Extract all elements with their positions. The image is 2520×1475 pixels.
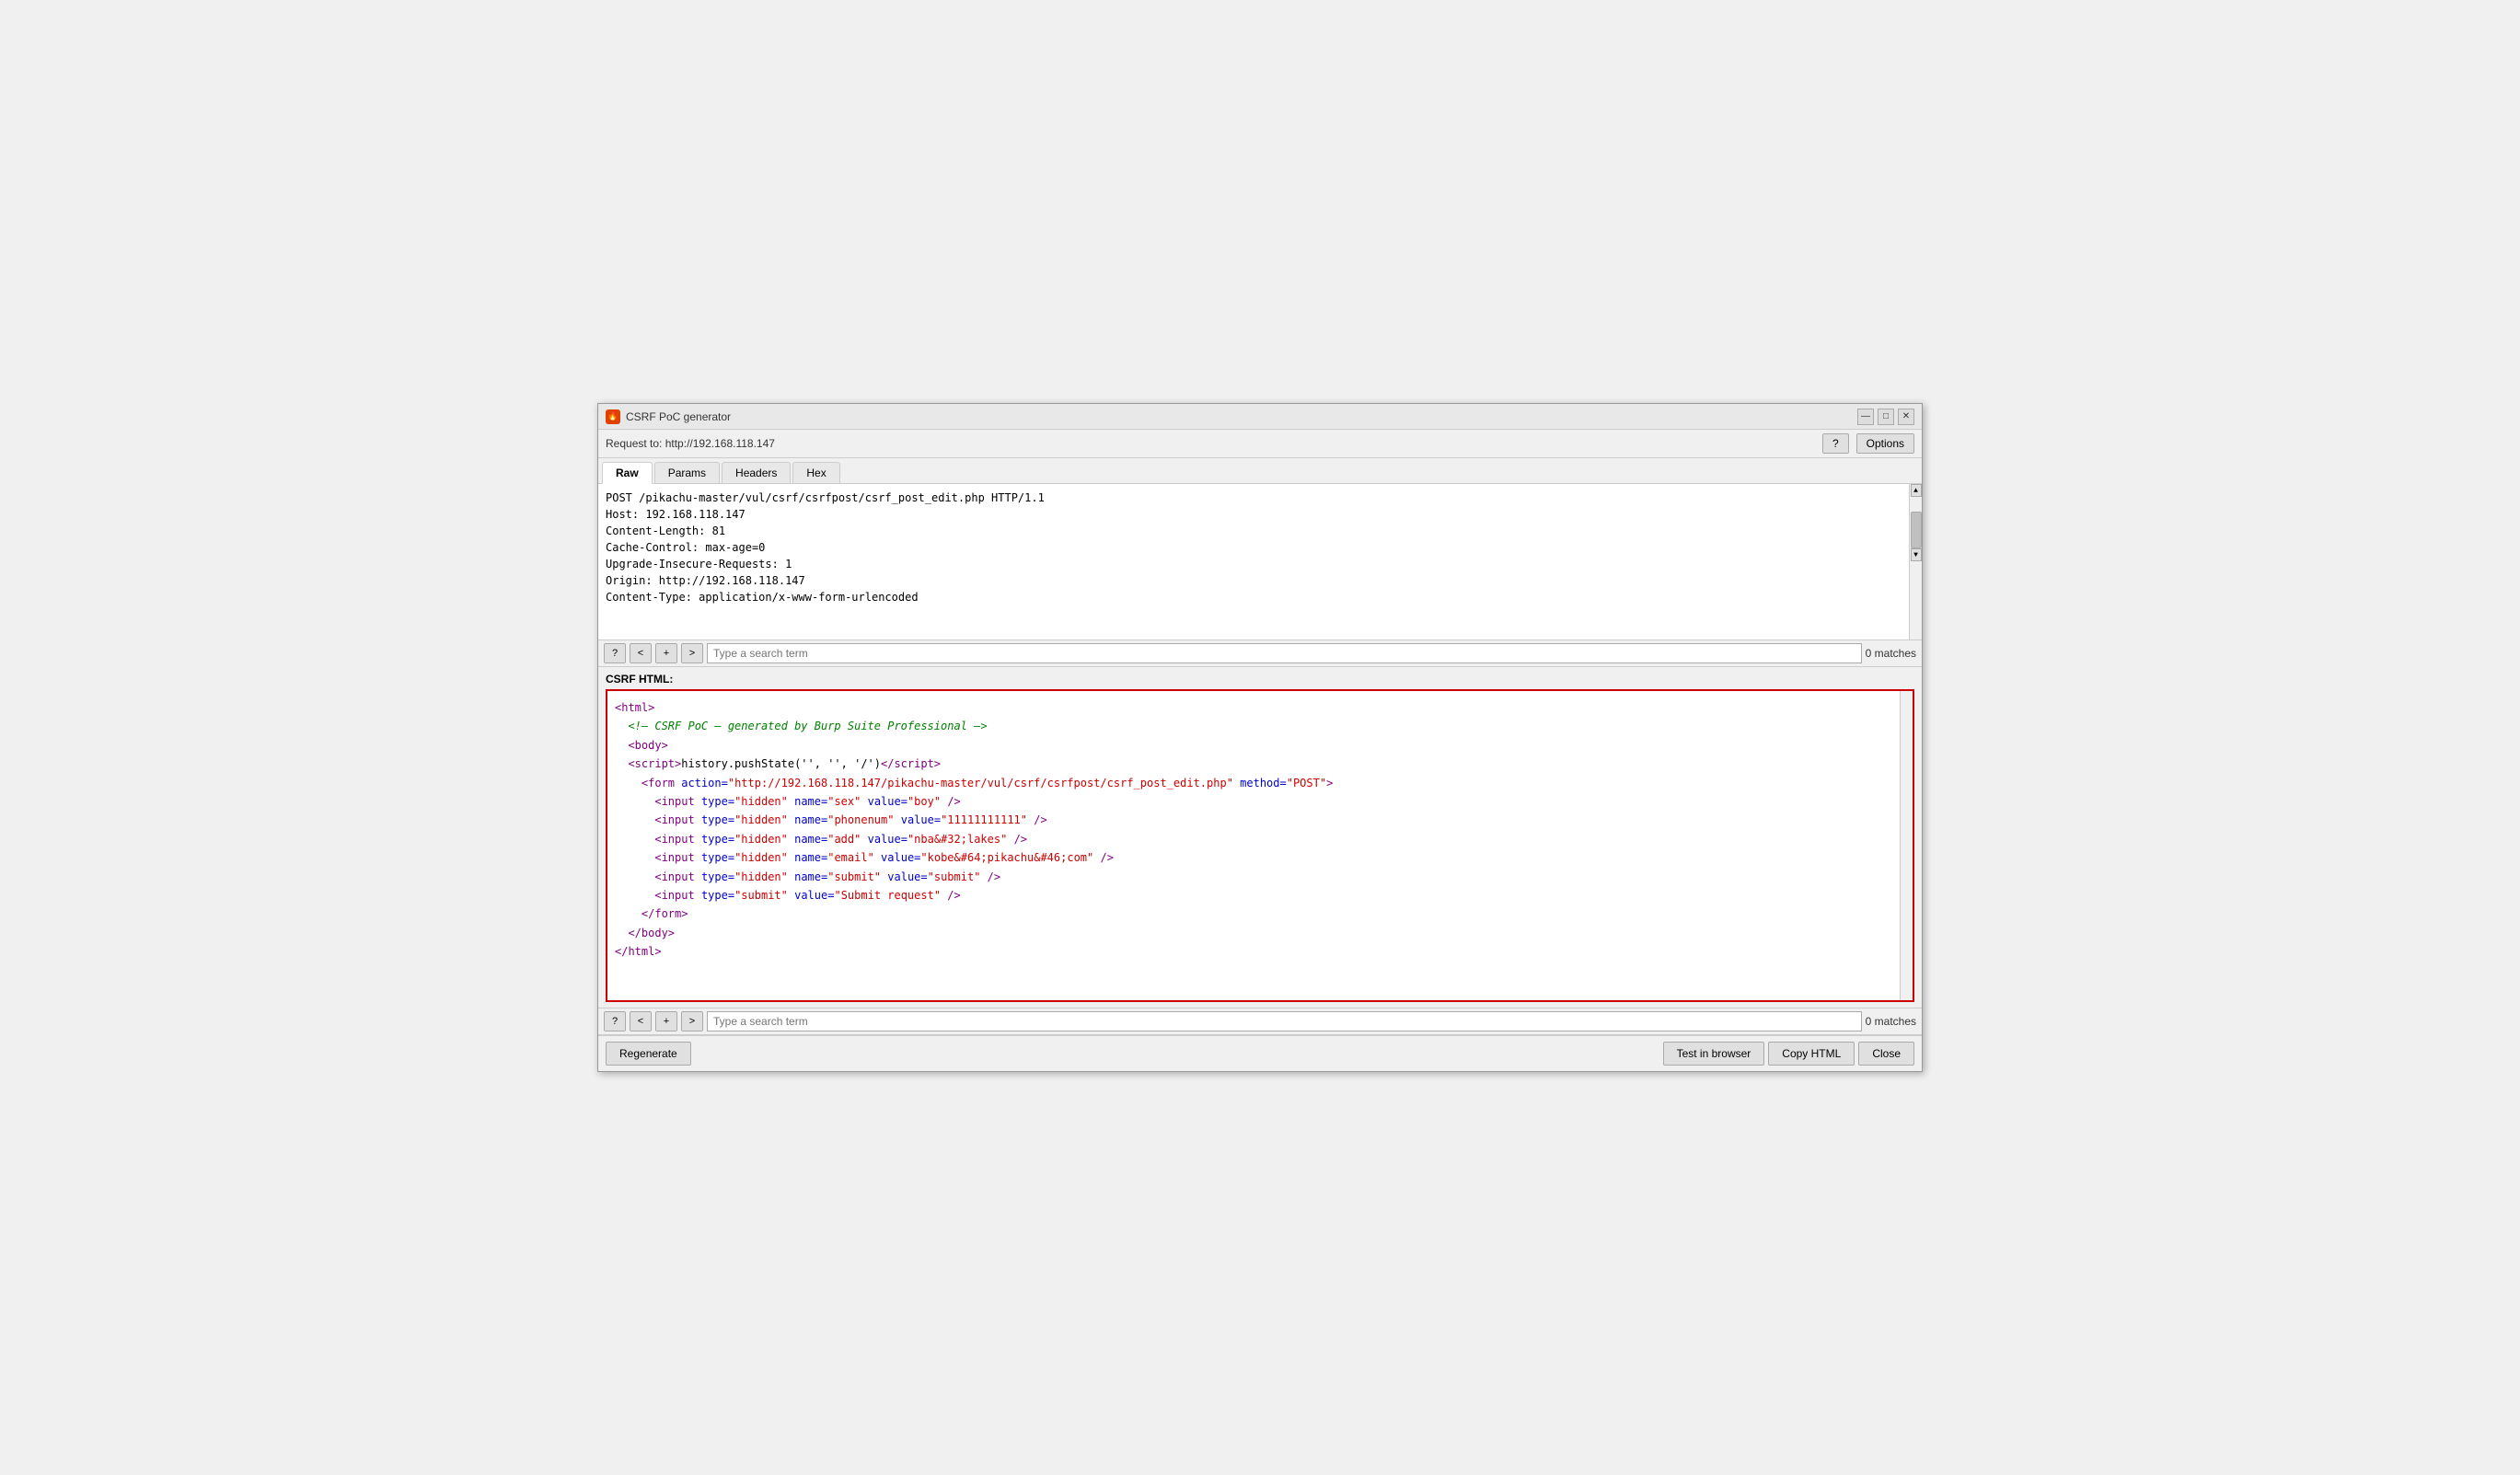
toolbar: Request to: http://192.168.118.147 ? Opt…	[598, 430, 1922, 458]
search-next-button-top[interactable]: >	[681, 643, 703, 663]
raw-text: POST /pikachu-master/vul/csrf/csrfpost/c…	[606, 490, 1914, 605]
scrollbar-down-button[interactable]: ▼	[1911, 548, 1922, 561]
left-buttons: Regenerate	[606, 1042, 691, 1066]
tab-hex[interactable]: Hex	[792, 462, 839, 483]
csrf-html-code: <html> <!— CSRF PoC – generated by Burp …	[615, 698, 1905, 961]
copy-html-button[interactable]: Copy HTML	[1768, 1042, 1855, 1066]
minimize-button[interactable]: —	[1857, 409, 1874, 425]
tab-headers[interactable]: Headers	[722, 462, 791, 483]
matches-count-top: 0 matches	[1866, 647, 1916, 660]
search-bar-bottom: ? < + > 0 matches	[598, 1008, 1922, 1035]
search-help-button-top[interactable]: ?	[604, 643, 626, 663]
toolbar-help-button[interactable]: ?	[1822, 433, 1849, 454]
options-button[interactable]: Options	[1856, 433, 1914, 454]
tab-params[interactable]: Params	[654, 462, 720, 483]
tab-raw[interactable]: Raw	[602, 462, 653, 484]
raw-scrollbar[interactable]: ▲ ▼	[1909, 484, 1922, 640]
csrf-poc-window: 🔥 CSRF PoC generator — □ ✕ Request to: h…	[597, 403, 1923, 1072]
search-prev-button-bottom[interactable]: <	[630, 1011, 652, 1031]
csrf-html-box: <html> <!— CSRF PoC – generated by Burp …	[606, 689, 1914, 1002]
search-bar-top: ? < + > 0 matches	[598, 640, 1922, 667]
window-controls: — □ ✕	[1857, 409, 1914, 425]
search-help-button-bottom[interactable]: ?	[604, 1011, 626, 1031]
title-bar: 🔥 CSRF PoC generator — □ ✕	[598, 404, 1922, 430]
search-next-prev-button-top[interactable]: +	[655, 643, 677, 663]
maximize-button[interactable]: □	[1878, 409, 1894, 425]
scrollbar-thumb[interactable]	[1911, 512, 1922, 548]
close-dialog-button[interactable]: Close	[1858, 1042, 1914, 1066]
csrf-section: CSRF HTML: <html> <!— CSRF PoC – generat…	[598, 667, 1922, 1008]
raw-content-area: POST /pikachu-master/vul/csrf/csrfpost/c…	[598, 484, 1922, 640]
search-next-prev-button-bottom[interactable]: +	[655, 1011, 677, 1031]
matches-count-bottom: 0 matches	[1866, 1015, 1916, 1028]
regenerate-button[interactable]: Regenerate	[606, 1042, 691, 1066]
tabs-row: Raw Params Headers Hex	[598, 458, 1922, 484]
csrf-scrollbar[interactable]	[1900, 691, 1913, 1000]
request-to-label: Request to: http://192.168.118.147	[606, 437, 1815, 450]
bottom-buttons-row: Regenerate Test in browser Copy HTML Clo…	[598, 1035, 1922, 1071]
search-next-button-bottom[interactable]: >	[681, 1011, 703, 1031]
right-buttons: Test in browser Copy HTML Close	[1663, 1042, 1914, 1066]
csrf-html-label: CSRF HTML:	[606, 673, 1914, 686]
search-input-top[interactable]	[707, 643, 1862, 663]
search-input-bottom[interactable]	[707, 1011, 1862, 1031]
close-button[interactable]: ✕	[1898, 409, 1914, 425]
app-icon: 🔥	[606, 409, 620, 424]
test-in-browser-button[interactable]: Test in browser	[1663, 1042, 1765, 1066]
scrollbar-up-button[interactable]: ▲	[1911, 484, 1922, 497]
window-title: CSRF PoC generator	[626, 410, 1857, 423]
search-prev-button-top[interactable]: <	[630, 643, 652, 663]
